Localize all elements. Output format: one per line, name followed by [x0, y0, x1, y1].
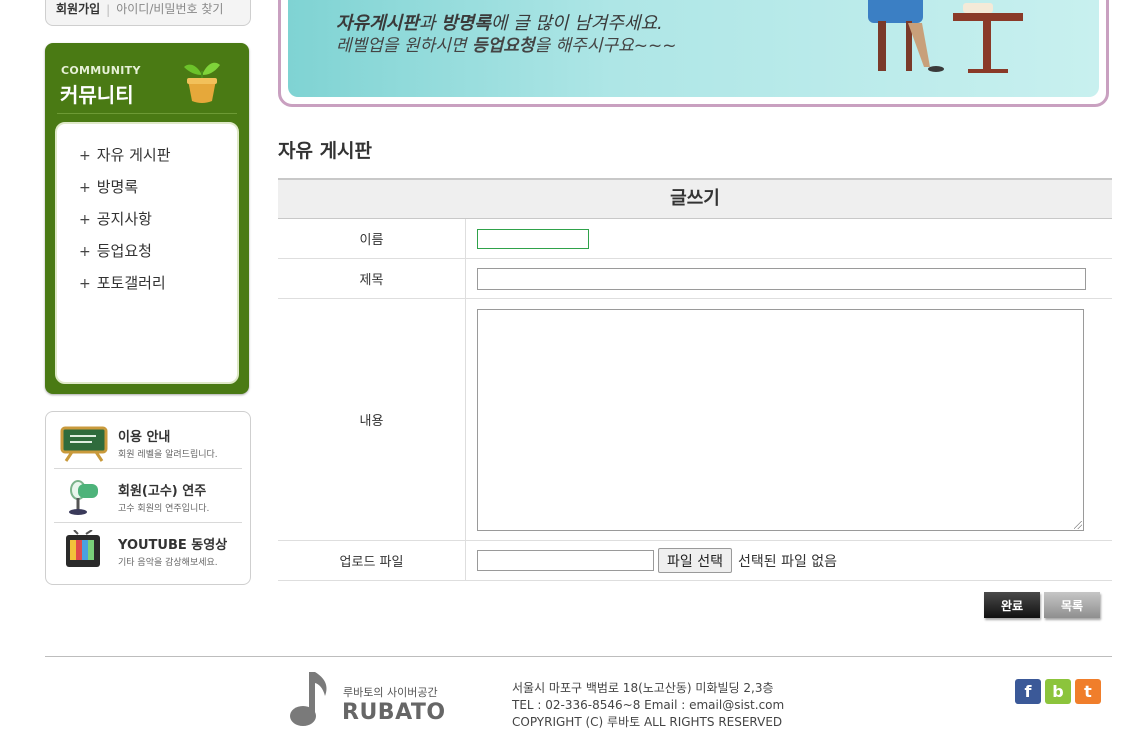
file-status: 선택된 파일 없음: [737, 553, 838, 570]
guide-subtitle: 기타 음악을 감상해보세요.: [118, 558, 218, 568]
community-title: 커뮤니티: [60, 83, 134, 107]
form-actions: 완료 목록: [984, 592, 1100, 618]
menu-item-level-request[interactable]: + 등업요청: [79, 240, 237, 272]
guide-title: 회원(고수) 연주: [118, 484, 207, 499]
upload-label: 업로드 파일: [278, 541, 466, 580]
content-row: 내용: [278, 299, 1112, 541]
divider: [57, 113, 237, 114]
name-row: 이름: [278, 219, 1112, 259]
subject-label: 제목: [278, 259, 466, 298]
music-note-icon: [290, 672, 327, 726]
page-title: 자유 게시판: [278, 140, 373, 162]
footer-logo: 루바토의 사이버공간 RUBATO: [285, 668, 455, 732]
guide-title: YOUTUBE 동영상: [118, 538, 228, 553]
subject-row: 제목: [278, 259, 1112, 299]
guide-item-youtube[interactable]: YOUTUBE 동영상 기타 음악을 감상해보세요.: [54, 523, 242, 577]
banner-line-2: 레벨업을 원하시면 등업요청을 해주시구요~~~: [336, 36, 677, 56]
guide-item-usage[interactable]: 이용 안내 회원 레벨을 알려드립니다.: [54, 415, 242, 469]
footer-info: 서울시 마포구 백범로 18(노고산동) 미화빌딩 2,3층 TEL : 02-…: [512, 680, 784, 731]
sns-links: f b t: [1015, 679, 1101, 704]
login-strip: 회원가입 | 아이디/비밀번호 찾기: [45, 0, 251, 26]
footer-slogan: 루바토의 사이버공간: [343, 686, 438, 699]
join-link[interactable]: 회원가입: [56, 0, 100, 17]
community-title-en: COMMUNITY: [61, 64, 141, 77]
twitter-icon[interactable]: t: [1075, 679, 1101, 704]
subject-input[interactable]: [477, 267, 1086, 290]
name-label: 이름: [278, 219, 466, 258]
menu-item-notice[interactable]: + 공지사항: [79, 208, 237, 240]
list-button[interactable]: 목록: [1044, 592, 1100, 618]
blog-icon[interactable]: b: [1045, 679, 1071, 704]
file-select-button[interactable]: 파일 선택: [658, 548, 732, 573]
name-input[interactable]: [477, 228, 589, 249]
menu-item-photo-gallery[interactable]: + 포토갤러리: [79, 272, 237, 304]
guide-subtitle: 고수 회원의 연주입니다.: [118, 504, 210, 514]
board-icon: [60, 426, 108, 462]
guide-title: 이용 안내: [118, 430, 171, 445]
content-label: 내용: [278, 299, 466, 540]
facebook-icon[interactable]: f: [1015, 679, 1041, 704]
footer-brand: RUBATO: [342, 700, 446, 725]
menu-item-free-board[interactable]: + 자유 게시판: [79, 144, 237, 176]
separator: |: [106, 3, 111, 17]
microphone-icon: [69, 480, 98, 515]
guide-subtitle: 회원 레벨을 알려드립니다.: [118, 450, 218, 460]
submit-button[interactable]: 완료: [984, 592, 1040, 618]
footer-contact: TEL : 02-336-8546~8 Email : email@sist.c…: [512, 698, 785, 712]
community-menu: + 자유 게시판 + 방명록 + 공지사항 + 등업요청 + 포토갤러리: [55, 122, 239, 384]
menu-item-guestbook[interactable]: + 방명록: [79, 176, 237, 208]
footer-divider: [45, 656, 1112, 657]
find-account-link[interactable]: 아이디/비밀번호 찾기: [116, 0, 223, 17]
community-panel: COMMUNITY 커뮤니티 + 자유 게시판 + 방명록 + 공지사항 + 등업요청 …: [45, 43, 249, 394]
content-textarea[interactable]: [477, 308, 1084, 531]
person-at-desk-illustration: [868, 0, 1023, 73]
guide-item-performance[interactable]: 회원(고수) 연주 고수 회원의 연주입니다.: [54, 469, 242, 523]
plant-pot-icon: [184, 62, 220, 103]
resize-handle-icon[interactable]: [1074, 520, 1082, 529]
write-form: 글쓰기 이름 제목 내용 업로드 파일 파일 선택 선택된 파일 없음: [278, 178, 1112, 581]
top-banner: 자유게시판과 방명록에 글 많이 남겨주세요. 레벨업을 원하시면 등업요청을 …: [278, 0, 1109, 107]
footer-address: 서울시 마포구 백범로 18(노고산동) 미화빌딩 2,3층: [512, 681, 774, 695]
form-heading: 글쓰기: [278, 178, 1112, 219]
guide-panel: 이용 안내 회원 레벨을 알려드립니다. 회원(고수) 연주 고수 회원의 연주…: [45, 411, 251, 585]
upload-row: 업로드 파일 파일 선택 선택된 파일 없음: [278, 541, 1112, 581]
tv-icon: [66, 530, 100, 567]
file-path-input[interactable]: [477, 550, 654, 571]
footer-copyright: COPYRIGHT (C) 루바토 ALL RIGHTS RESERVED: [512, 715, 783, 729]
